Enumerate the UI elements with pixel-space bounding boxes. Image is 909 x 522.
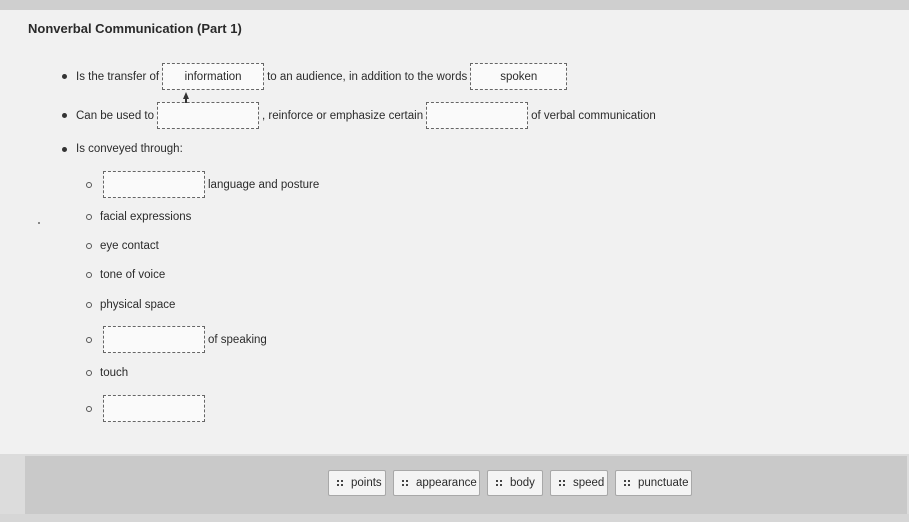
sub-bullet-icon (86, 181, 92, 188)
word-chip-label: punctuate (638, 477, 689, 489)
sub-item-text: language and posture (208, 178, 320, 191)
drop-zone-1[interactable]: information (162, 63, 265, 90)
drag-handle-icon (559, 480, 565, 486)
drop-zone-4[interactable] (426, 102, 529, 129)
bullet-text: , reinforce or emphasize certain (262, 109, 424, 122)
word-chip-label: body (510, 477, 535, 489)
sub-item-text: facial expressions (100, 211, 192, 223)
drop-zone-5[interactable] (103, 171, 205, 198)
word-chip-appearance[interactable]: appearance (393, 470, 480, 496)
word-chip-speed[interactable]: speed (550, 470, 608, 496)
bullet-dot-icon (62, 146, 67, 152)
bullet-text: to an audience, in addition to the words (267, 70, 468, 83)
sub-item-text: tone of voice (100, 269, 166, 281)
top-strip (0, 0, 909, 10)
sub-item-7: touch (86, 367, 128, 379)
drag-handle-icon (402, 480, 408, 486)
word-chip-label: points (351, 477, 382, 489)
sub-bullet-icon (86, 336, 92, 343)
drop-zone-6[interactable] (103, 326, 205, 353)
sub-bullet-icon (86, 405, 92, 412)
word-chip-label: speed (573, 477, 605, 489)
sub-bullet-icon (86, 370, 92, 376)
sub-bullet-icon (86, 243, 92, 249)
sub-item-text: eye contact (100, 240, 159, 252)
bullet-text: Is the transfer of (76, 70, 160, 83)
bullet-text: Can be used to (76, 109, 155, 122)
word-chip-body[interactable]: body (487, 470, 543, 496)
bullet-dot-icon (62, 113, 67, 118)
page-title: Nonverbal Communication (Part 1) (28, 21, 242, 36)
sub-item-3: eye contact (86, 240, 159, 252)
sub-item-8 (86, 395, 208, 422)
sub-bullet-icon (86, 302, 92, 308)
stray-dot (38, 222, 40, 224)
drag-handle-icon (496, 480, 502, 486)
sub-item-text: touch (100, 367, 129, 379)
bullet-text: Is conveyed through: (76, 143, 183, 155)
sub-item-5: physical space (86, 299, 175, 311)
word-chip-points[interactable]: points (328, 470, 386, 496)
drag-handle-icon (337, 480, 343, 486)
sub-item-2: facial expressions (86, 211, 191, 223)
sub-bullet-icon (86, 272, 92, 278)
drop-zone-2[interactable]: spoken (470, 63, 568, 90)
mouse-cursor-icon (183, 92, 189, 103)
sub-item-text: physical space (100, 299, 176, 311)
drag-handle-icon (624, 480, 630, 486)
sub-item-1: language and posture (86, 171, 319, 198)
word-chip-label: appearance (416, 477, 477, 489)
sub-bullet-icon (86, 214, 92, 220)
bullet-item-3: Is conveyed through: (62, 143, 183, 155)
bullet-dot-icon (62, 74, 67, 79)
bottom-strip (0, 514, 909, 522)
sub-item-4: tone of voice (86, 269, 165, 281)
word-chip-punctuate[interactable]: punctuate (615, 470, 692, 496)
drop-zone-3[interactable] (157, 102, 260, 129)
bullet-text: of verbal communication (531, 109, 656, 122)
drop-zone-7[interactable] (103, 395, 205, 422)
sub-item-text: of speaking (208, 333, 267, 346)
sub-item-6: of speaking (86, 326, 267, 353)
bullet-item-1: Is the transfer of information to an aud… (62, 63, 570, 90)
bullet-item-2: Can be used to , reinforce or emphasize … (62, 102, 656, 129)
